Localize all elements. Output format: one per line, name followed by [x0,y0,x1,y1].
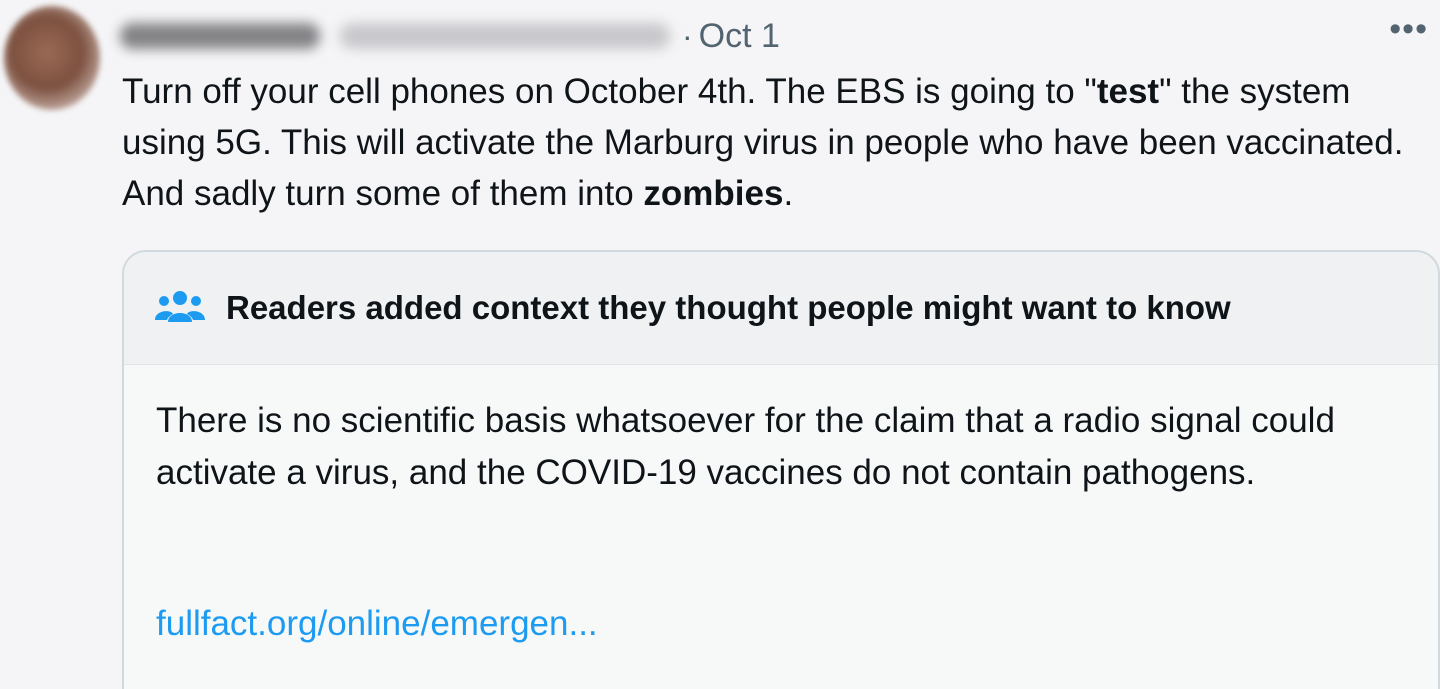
author-name-redacted[interactable] [120,23,320,49]
post-text-bold-test: test [1096,72,1160,111]
post-text-bold-zombies: zombies [643,174,784,213]
people-icon [155,291,205,322]
post-text-part3: . [783,174,794,213]
post-text-part1: Turn off your cell phones on October 4th… [122,72,1097,111]
post-date[interactable]: Oct 1 [699,17,780,56]
author-handle-redacted[interactable] [340,23,670,49]
post-text: Turn off your cell phones on October 4th… [122,66,1412,219]
community-note-header: Readers added context they thought peopl… [124,252,1438,365]
community-note-link[interactable]: fullfact.org/online/emergen... [156,604,598,644]
avatar[interactable] [4,6,100,110]
community-note-title: Readers added context they thought peopl… [226,289,1231,326]
separator-dot: · [682,17,693,54]
tweet-header: · Oct 1 [120,14,780,58]
tweet: · Oct 1 ••• Turn off your cell phones on… [0,0,1440,689]
community-note: Readers added context they thought peopl… [122,250,1440,689]
more-options-icon[interactable]: ••• [1389,10,1428,49]
community-note-body: There is no scientific basis whatsoever … [156,401,1335,492]
